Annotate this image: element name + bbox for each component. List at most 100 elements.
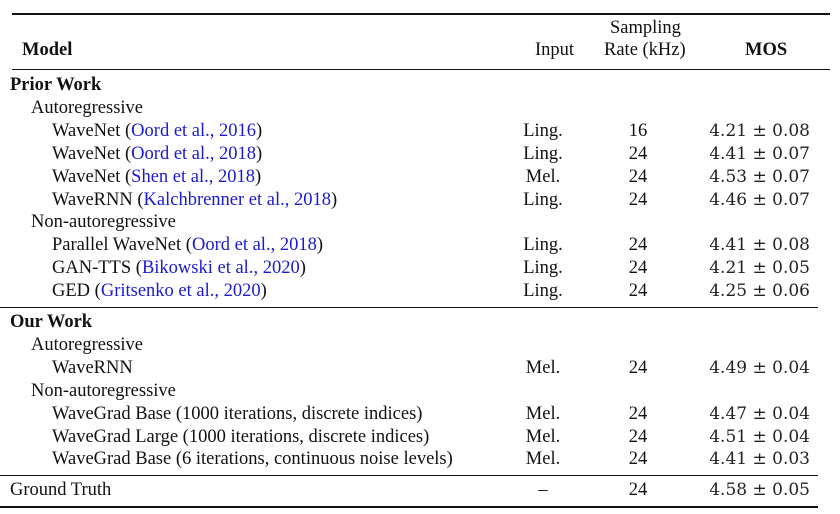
- mos-cell: 4.21 ± 0.05: [709, 258, 810, 279]
- mos-cell: 4.25 ± 0.06: [709, 281, 810, 302]
- header-rate-line2: Rate (kHz): [604, 40, 686, 60]
- table-row: GAN-TTS (Bikowski et al., 2020) Ling. 24 4.…: [0, 257, 818, 280]
- input-cell: Mel.: [525, 357, 561, 378]
- sampling-rate-cell: 24: [628, 235, 648, 256]
- model-label: WaveNet: [52, 120, 121, 141]
- paren-close: ): [331, 189, 338, 210]
- paren-close: ): [316, 235, 323, 256]
- table-row: WaveRNN (Kalchbrenner et al., 2018) Ling.…: [0, 189, 818, 212]
- section-rule: [0, 307, 818, 308]
- table-row: WaveNet (Shen et al., 2018) Mel. 24 4.53 ± …: [0, 166, 818, 189]
- model-name: WaveNet (Oord et al., 2018): [52, 143, 262, 166]
- mos-cell: 4.51 ± 0.04: [709, 426, 810, 447]
- mos-cell: 4.41 ± 0.03: [709, 449, 810, 470]
- paren-close: ): [255, 166, 262, 187]
- input-cell: Ling.: [523, 189, 563, 210]
- paren-open: (: [120, 120, 132, 141]
- group-title: Autoregressive: [0, 334, 818, 357]
- model-name: WaveNet (Shen et al., 2018): [52, 166, 261, 189]
- section-rule: [0, 475, 818, 477]
- input-cell: Ling.: [523, 235, 563, 256]
- model-label: WaveGrad Large (1000 iterations, discret…: [52, 426, 430, 447]
- paren-close: ): [260, 281, 267, 302]
- mos-cell: 4.53 ± 0.07: [709, 166, 810, 187]
- paren-open: (: [90, 281, 101, 302]
- group-title: Non-autoregressive: [0, 211, 818, 234]
- input-cell: –: [538, 480, 548, 501]
- model-name: Parallel WaveNet (Oord et al., 2018): [52, 234, 323, 257]
- model-label: GAN-TTS: [52, 258, 132, 279]
- table-row: WaveRNN Mel. 24 4.49 ± 0.04: [0, 357, 818, 380]
- input-cell: Mel.: [525, 426, 561, 447]
- paren-open: (: [132, 189, 144, 210]
- model-label: WaveGrad Base (6 iterations, continuous …: [52, 449, 453, 470]
- mos-cell: 4.21 ± 0.08: [709, 120, 810, 141]
- model-name: WaveNet (Oord et al., 2016): [52, 120, 262, 143]
- paren-close: ): [256, 143, 263, 164]
- table-row: WaveGrad Large (1000 iterations, discret…: [0, 426, 818, 449]
- input-cell: Mel.: [525, 403, 561, 424]
- mos-cell: 4.58 ± 0.05: [709, 480, 810, 501]
- paren-open: (: [120, 143, 132, 164]
- mos-cell: 4.41 ± 0.08: [709, 235, 810, 256]
- table-row: Parallel WaveNet (Oord et al., 2018) Ling…: [0, 234, 818, 257]
- paren-open: (: [181, 235, 192, 256]
- input-cell: Ling.: [523, 120, 563, 141]
- section-title: Our Work: [0, 311, 818, 334]
- sampling-rate-cell: 24: [628, 426, 648, 447]
- model-label: Ground Truth: [10, 480, 112, 501]
- citation-link[interactable]: Gritsenko et al., 2020: [101, 281, 261, 301]
- model-name: Ground Truth: [10, 479, 111, 502]
- paren-close: ): [299, 258, 306, 279]
- model-label: GED: [52, 281, 91, 302]
- model-label: WaveRNN: [52, 189, 133, 210]
- citation-link[interactable]: Oord et al., 2016: [131, 121, 256, 141]
- mos-cell: 4.49 ± 0.04: [709, 357, 810, 378]
- section-title-label: Our Work: [10, 312, 93, 332]
- table-row: WaveNet (Oord et al., 2018) Ling. 24 4.41 ±…: [0, 143, 818, 166]
- paren-open: (: [131, 258, 142, 279]
- section-title: Prior Work: [0, 74, 818, 97]
- model-name: WaveRNN: [52, 357, 133, 380]
- mos-cell: 4.47 ± 0.04: [709, 403, 810, 424]
- citation-link[interactable]: Oord et al., 2018: [192, 235, 317, 255]
- group-title-label: Autoregressive: [31, 334, 143, 355]
- paren-open: (: [120, 166, 132, 187]
- sampling-rate-cell: 24: [628, 258, 648, 279]
- mos-cell: 4.46 ± 0.07: [709, 189, 810, 210]
- input-cell: Mel.: [525, 449, 561, 470]
- input-cell: Ling.: [523, 143, 563, 164]
- sampling-rate-cell: 16: [628, 120, 648, 141]
- header-model: Model: [22, 40, 73, 60]
- top-rule: [12, 13, 830, 15]
- mos-cell: 4.41 ± 0.07: [709, 143, 810, 164]
- model-name: WaveGrad Base (6 iterations, continuous …: [52, 448, 453, 471]
- citation-link[interactable]: Kalchbrenner et al., 2018: [144, 190, 332, 210]
- input-cell: Ling.: [523, 281, 563, 302]
- group-title: Non-autoregressive: [0, 380, 818, 403]
- model-label: WaveRNN: [52, 357, 133, 378]
- header-input: Input: [535, 40, 575, 60]
- model-label: Parallel WaveNet: [52, 235, 182, 256]
- model-name: WaveGrad Base (1000 iterations, discrete…: [52, 403, 422, 426]
- citation-link[interactable]: Oord et al., 2018: [131, 144, 256, 164]
- table-row: Ground Truth – 24 4.58 ± 0.05: [0, 479, 818, 502]
- header-mos: MOS: [745, 40, 788, 60]
- table-row: GED (Gritsenko et al., 2020) Ling. 24 4.25 …: [0, 280, 818, 303]
- section-title-label: Prior Work: [10, 75, 102, 95]
- sampling-rate-cell: 24: [628, 480, 648, 501]
- group-title-label: Non-autoregressive: [31, 212, 176, 233]
- citation-link[interactable]: Shen et al., 2018: [131, 167, 255, 187]
- model-name: WaveRNN (Kalchbrenner et al., 2018): [52, 189, 337, 212]
- citation-link[interactable]: Bikowski et al., 2020: [142, 258, 300, 278]
- table-row: WaveGrad Base (6 iterations, continuous …: [0, 448, 818, 471]
- sampling-rate-cell: 24: [628, 281, 648, 302]
- input-cell: Mel.: [525, 166, 561, 187]
- sampling-rate-cell: 24: [628, 449, 648, 470]
- table-row: WaveNet (Oord et al., 2016) Ling. 16 4.21 ±…: [0, 120, 818, 143]
- bottom-rule: [0, 506, 818, 509]
- header-rate-line1: Sampling: [610, 18, 681, 38]
- model-label: WaveNet: [52, 143, 121, 164]
- model-name: GAN-TTS (Bikowski et al., 2020): [52, 257, 306, 280]
- group-title-label: Autoregressive: [31, 97, 143, 118]
